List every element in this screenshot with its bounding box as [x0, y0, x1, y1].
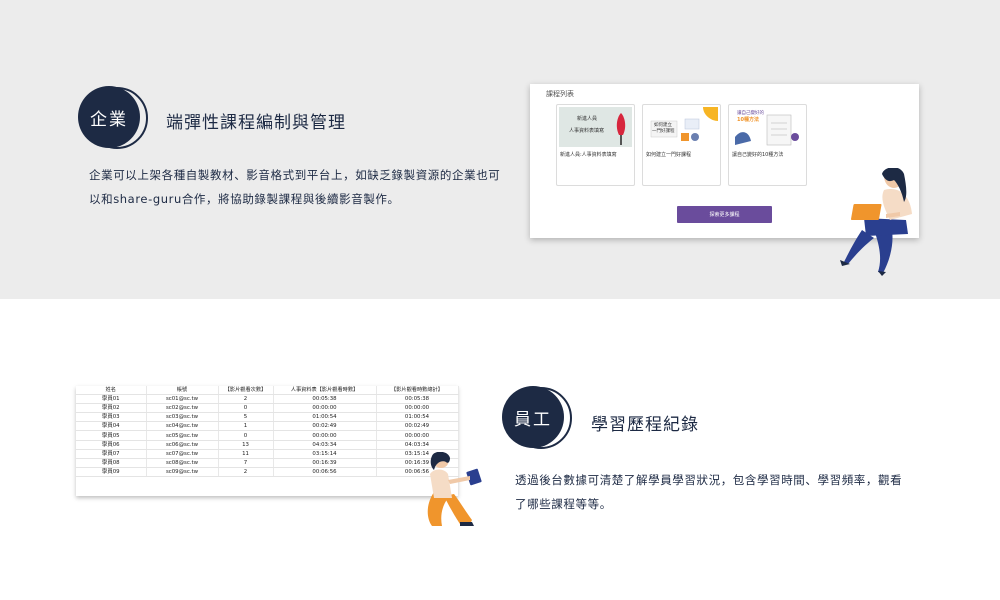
explore-more-courses-button[interactable]: 探索更多課程: [677, 206, 772, 223]
course-thumbnail: 新進人員 人事資料表填寫: [559, 107, 632, 147]
table-cell: 0: [218, 430, 274, 441]
course-title: 新進人員:人事資料表填寫: [560, 152, 617, 158]
course-title: 如何建立一門好課程: [646, 152, 692, 158]
column-header: 【影片觀看次數】: [218, 386, 274, 396]
table-cell: 學員04: [76, 421, 147, 432]
table-cell: 01:00:54: [273, 412, 377, 423]
employee-paragraph-line-1: 透過後台數據可清楚了解學員學習狀況，包含學習時間、學習頻率，觀看: [515, 473, 903, 487]
table-cell: 0: [218, 403, 274, 414]
learning-report-table: 姓名 帳號 【影片觀看次數】 人事資料表【影片觀看時數】 【影片觀看時數總計】 …: [76, 386, 459, 477]
column-header: 帳號: [146, 386, 219, 396]
column-header: 姓名: [76, 386, 147, 396]
table-cell: 01:00:54: [376, 412, 459, 423]
course-card[interactable]: 讓自己變好的 10種方法 讓自己變好的10種方法: [728, 104, 807, 186]
table-cell: sc02@sc.tw: [146, 403, 219, 414]
table-cell: 00:00:00: [273, 430, 377, 441]
table-row: 學員03 sc03@sc.tw 5 01:00:54 01:00:54: [76, 412, 459, 423]
table-cell: sc04@sc.tw: [146, 421, 219, 432]
table-row: 學員06 sc06@sc.tw 13 04:03:34 04:03:34: [76, 440, 459, 450]
employee-badge-label: 員工: [502, 386, 564, 448]
enterprise-heading: 端彈性課程編制與管理: [166, 113, 346, 133]
table-cell: 學員05: [76, 430, 147, 441]
employee-heading: 學習歷程紀錄: [591, 415, 699, 435]
table-cell: sc08@sc.tw: [146, 458, 219, 468]
table-cell: sc01@sc.tw: [146, 394, 219, 405]
table-cell: 04:03:34: [273, 440, 377, 450]
column-header: 人事資料表【影片觀看時數】: [273, 386, 377, 396]
employee-paragraph: 透過後台數據可清楚了解學員學習狀況，包含學習時間、學習頻率，觀看 了哪些課程等等…: [515, 468, 902, 516]
table-row: 學員07 sc07@sc.tw 11 03:15:14 03:15:14: [76, 449, 459, 459]
table-row: 學員05 sc05@sc.tw 0 00:00:00 00:00:00: [76, 430, 459, 441]
table-cell: 00:05:38: [376, 394, 459, 405]
employee-badge: 員工: [502, 386, 572, 449]
woman-tablet-illustration: [427, 452, 482, 526]
table-header-row: 姓名 帳號 【影片觀看次數】 人事資料表【影片觀看時數】 【影片觀看時數總計】: [76, 386, 459, 396]
course-card[interactable]: 如何建立 一門好課程 如何建立一門好課程: [642, 104, 721, 186]
table-cell: 13: [218, 440, 274, 450]
table-cell: 00:02:49: [376, 421, 459, 432]
course-thumb-text: 新進人員: [577, 116, 598, 122]
table-cell: sc06@sc.tw: [146, 440, 219, 450]
table-cell: 00:16:39: [273, 458, 377, 468]
employee-paragraph-line-2: 了哪些課程等等。: [515, 497, 612, 511]
table-cell: 03:15:14: [273, 449, 377, 459]
table-cell: 00:05:38: [273, 394, 377, 405]
table-cell: 00:00:00: [376, 403, 459, 414]
table-cell: 2: [218, 394, 274, 405]
table-row: 學員04 sc04@sc.tw 1 00:02:49 00:02:49: [76, 421, 459, 432]
table-cell: 學員03: [76, 412, 147, 423]
table-cell: 7: [218, 458, 274, 468]
course-list-title: 課程列表: [546, 90, 574, 98]
table-cell: 00:06:56: [273, 467, 377, 477]
table-cell: 00:02:49: [273, 421, 377, 432]
table-cell: sc05@sc.tw: [146, 430, 219, 441]
enterprise-badge: 企業: [78, 86, 148, 149]
enterprise-paragraph: 企業可以上架各種自製教材、影音格式到平台上，如缺乏錄製資源的企業也可 以和sha…: [89, 163, 500, 211]
table-row: 學員08 sc08@sc.tw 7 00:16:39 00:16:39: [76, 458, 459, 468]
table-row: 學員01 sc01@sc.tw 2 00:05:38 00:05:38: [76, 394, 459, 405]
table-cell: 00:00:00: [376, 430, 459, 441]
table-cell: 2: [218, 467, 274, 477]
table-cell: 00:00:00: [273, 403, 377, 414]
table-cell: 11: [218, 449, 274, 459]
enterprise-badge-label: 企業: [78, 86, 140, 148]
table-cell: 學員01: [76, 394, 147, 405]
column-header: 【影片觀看時數總計】: [376, 386, 459, 396]
course-card[interactable]: 新進人員 人事資料表填寫 新進人員:人事資料表填寫: [556, 104, 635, 186]
course-thumb-text: 人事資料表填寫: [569, 128, 605, 134]
learning-report-sheet: 姓名 帳號 【影片觀看次數】 人事資料表【影片觀看時數】 【影片觀看時數總計】 …: [76, 386, 459, 496]
course-thumb-text: 一門好課程: [652, 129, 675, 134]
course-thumb-text: 10種方法: [737, 117, 759, 123]
table-cell: 學員07: [76, 449, 147, 459]
table-cell: sc03@sc.tw: [146, 412, 219, 423]
woman-laptop-illustration: [840, 168, 912, 276]
table-cell: 04:03:34: [376, 440, 459, 450]
table-cell: 學員08: [76, 458, 147, 468]
course-title: 讓自己變好的10種方法: [732, 152, 784, 158]
table-cell: 1: [218, 421, 274, 432]
table-cell: 學員06: [76, 440, 147, 450]
course-thumbnail: 讓自己變好的 10種方法: [731, 107, 804, 147]
table-cell: 5: [218, 412, 274, 423]
table-row: 學員09 sc09@sc.tw 2 00:06:56 00:06:56: [76, 467, 459, 477]
table-cell: 學員09: [76, 467, 147, 477]
enterprise-paragraph-line-2: 以和share-guru合作，將協助錄製課程與後續影音製作。: [89, 192, 400, 206]
course-thumbnail: 如何建立 一門好課程: [645, 107, 718, 147]
table-cell: sc07@sc.tw: [146, 449, 219, 459]
table-row: 學員02 sc02@sc.tw 0 00:00:00 00:00:00: [76, 403, 459, 414]
enterprise-paragraph-line-1: 企業可以上架各種自製教材、影音格式到平台上，如缺乏錄製資源的企業也可: [89, 168, 501, 182]
table-cell: 學員02: [76, 403, 147, 414]
table-cell: sc09@sc.tw: [146, 467, 219, 477]
